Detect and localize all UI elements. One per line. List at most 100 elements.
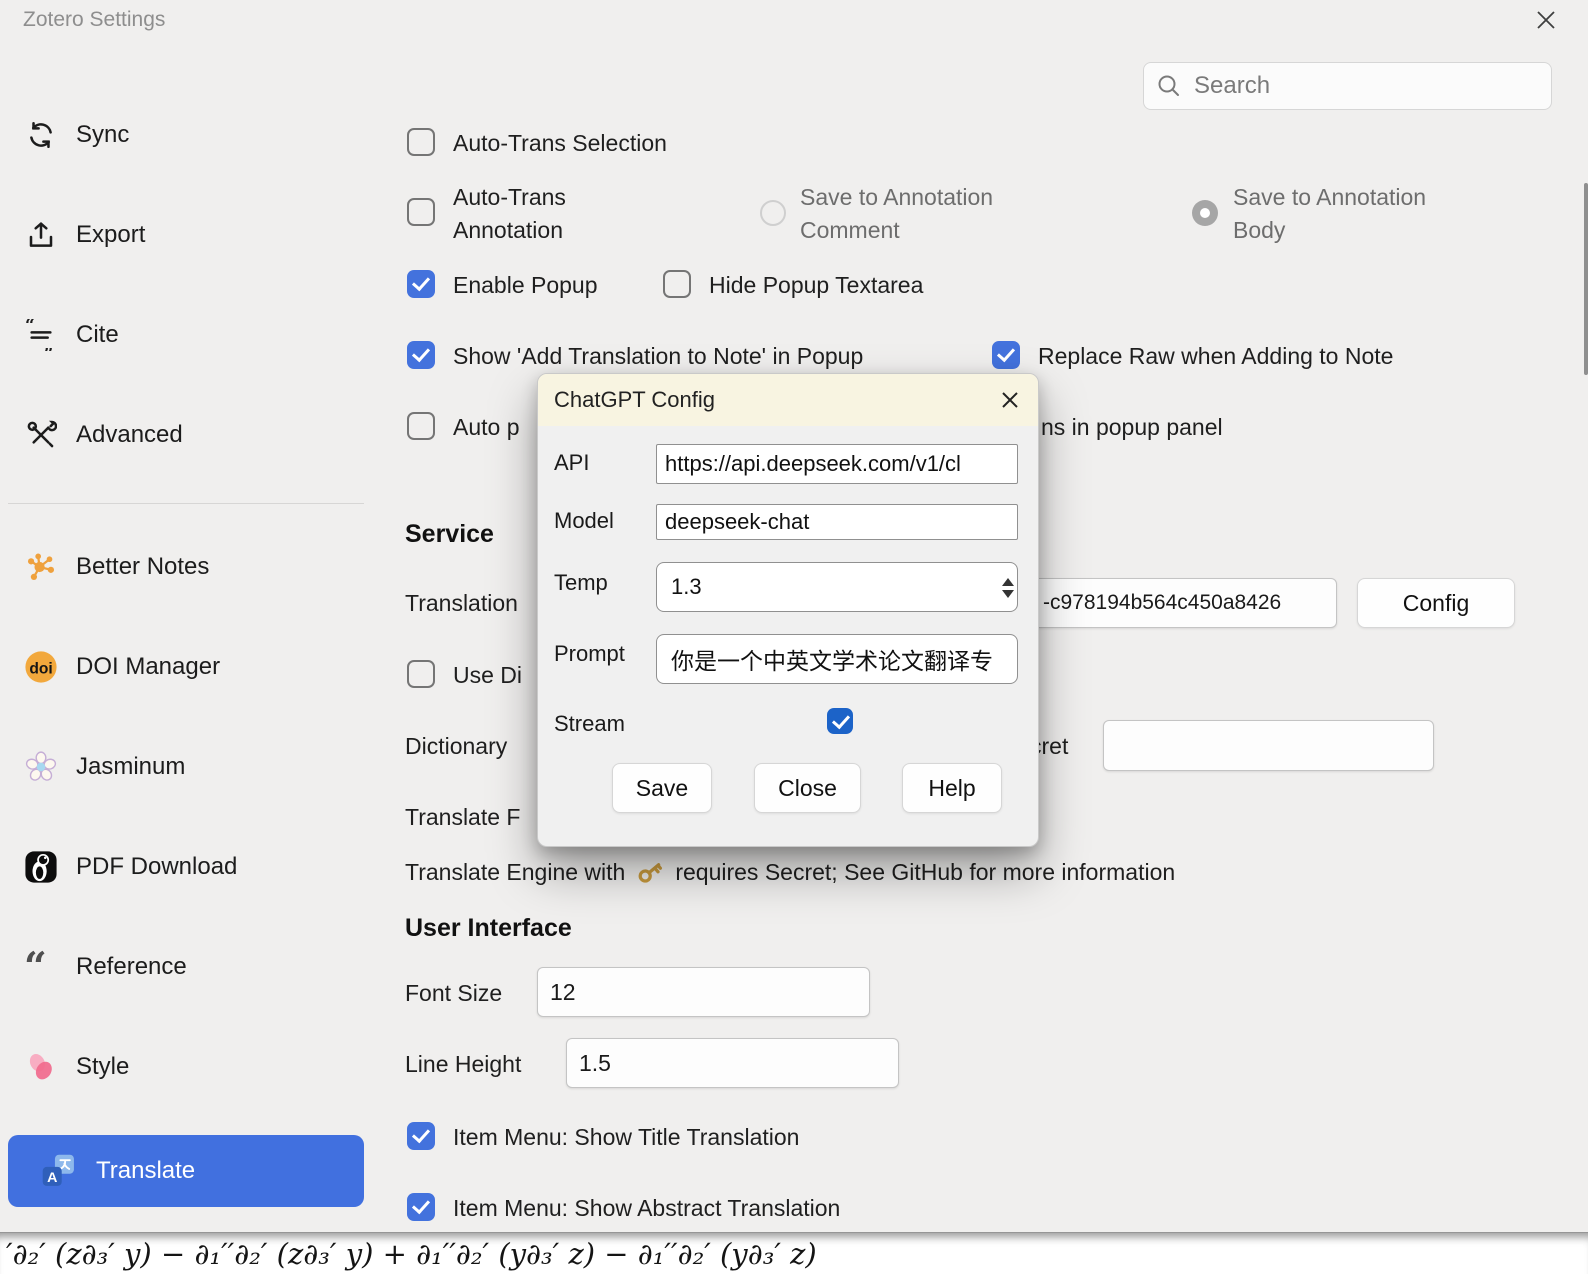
zotero-settings-window: Zotero Settings Sync Export “„ Cite Adva…	[0, 0, 1588, 1274]
prompt-input[interactable]	[656, 634, 1018, 684]
svg-text:doi: doi	[29, 660, 52, 677]
auto-trans-selection-label: Auto-Trans Selection	[453, 129, 667, 157]
advanced-tools-icon	[24, 418, 58, 452]
line-height-input[interactable]	[566, 1038, 899, 1088]
line-height-label: Line Height	[405, 1050, 521, 1078]
better-notes-icon	[24, 550, 58, 584]
sidebar-item-label: Better Notes	[76, 553, 209, 581]
font-size-input[interactable]	[537, 967, 870, 1017]
show-add-translation-checkbox[interactable]	[407, 341, 435, 369]
stepper-up-icon[interactable]	[1002, 578, 1014, 586]
stepper-down-icon[interactable]	[1002, 590, 1014, 598]
translate-icon: A	[40, 1152, 78, 1190]
save-to-annotation-comment-radio[interactable]	[760, 200, 786, 226]
hide-popup-textarea-label: Hide Popup Textarea	[709, 271, 923, 299]
sidebar-item-style[interactable]: Style	[24, 1043, 364, 1091]
temp-input[interactable]	[656, 562, 1018, 612]
dialog-title: ChatGPT Config	[554, 387, 715, 413]
sidebar-item-doi-manager[interactable]: doi DOI Manager	[24, 643, 364, 691]
enable-popup-checkbox[interactable]	[407, 270, 435, 298]
doi-icon: doi	[24, 650, 58, 684]
auto-popup-label-truncated: Auto p	[453, 413, 520, 441]
sidebar-item-label: Reference	[76, 953, 187, 981]
use-dict-checkbox[interactable]	[407, 660, 435, 688]
translation-secret-input[interactable]	[1030, 578, 1337, 628]
pdf-download-penguin-icon	[24, 850, 58, 884]
svg-text:“: “	[24, 949, 47, 985]
service-heading: Service	[405, 520, 494, 549]
api-label: API	[554, 450, 589, 476]
replace-raw-checkbox[interactable]	[992, 341, 1020, 369]
search-box[interactable]	[1143, 62, 1552, 110]
auto-trans-selection-checkbox[interactable]	[407, 128, 435, 156]
key-icon	[635, 857, 665, 887]
sync-icon	[24, 118, 58, 152]
sidebar-item-label: DOI Manager	[76, 653, 220, 681]
save-button[interactable]: Save	[612, 763, 712, 813]
sidebar-item-label: Cite	[76, 321, 119, 349]
auto-trans-annotation-label: Auto-Trans Annotation	[453, 181, 566, 247]
translation-label: Translation	[405, 589, 518, 617]
sidebar-item-cite[interactable]: “„ Cite	[24, 311, 364, 359]
sidebar-item-jasminum[interactable]: Jasminum	[24, 743, 364, 791]
background-document-strip: ′∂₂′ (z∂₃′ y) − ∂₁′′∂₂′ (z∂₃′ y) + ∂₁′′∂…	[0, 1232, 1588, 1274]
sidebar-item-pdf-download[interactable]: PDF Download	[24, 843, 364, 891]
sidebar-separator	[8, 503, 364, 504]
hide-popup-textarea-checkbox[interactable]	[663, 270, 691, 298]
api-input[interactable]	[656, 444, 1018, 484]
item-menu-title-checkbox[interactable]	[407, 1122, 435, 1150]
dialog-close-icon[interactable]	[996, 386, 1024, 414]
save-to-annotation-body-radio[interactable]	[1192, 200, 1218, 226]
sidebar-item-label: Jasminum	[76, 753, 185, 781]
temp-label: Temp	[554, 570, 608, 596]
sidebar-item-label: Sync	[76, 121, 129, 149]
auto-trans-annotation-checkbox[interactable]	[407, 198, 435, 226]
dialog-titlebar[interactable]: ChatGPT Config	[538, 374, 1038, 426]
math-formula: ′∂₂′ (z∂₃′ y) − ∂₁′′∂₂′ (z∂₃′ y) + ∂₁′′∂…	[0, 1237, 817, 1271]
sidebar-item-label: Export	[76, 221, 145, 249]
model-label: Model	[554, 508, 614, 534]
sidebar-item-reference[interactable]: “ Reference	[24, 943, 364, 991]
engine-secret-note: Translate Engine with requires Secret; S…	[405, 857, 1175, 887]
sidebar-item-better-notes[interactable]: Better Notes	[24, 543, 364, 591]
sidebar-item-label: Advanced	[76, 421, 183, 449]
model-input[interactable]	[656, 504, 1018, 540]
sidebar-item-translate[interactable]: A Translate	[8, 1135, 364, 1207]
prompt-label: Prompt	[554, 641, 625, 667]
stream-checkbox[interactable]	[827, 708, 853, 734]
item-menu-abstract-checkbox[interactable]	[407, 1193, 435, 1221]
sidebar-item-label: PDF Download	[76, 853, 237, 881]
search-input[interactable]	[1192, 71, 1539, 101]
window-close-icon[interactable]	[1532, 6, 1560, 34]
close-button[interactable]: Close	[754, 763, 861, 813]
svg-text:„: „	[44, 336, 54, 351]
sidebar-item-label: Translate	[96, 1157, 195, 1185]
cite-icon: “„	[24, 318, 58, 352]
auto-popup-checkbox[interactable]	[407, 412, 435, 440]
save-to-annotation-body-label: Save to Annotation Body	[1233, 181, 1426, 247]
scrollbar-thumb[interactable]	[1584, 183, 1588, 375]
popup-panel-label-truncated: ns in popup panel	[1041, 413, 1223, 441]
item-menu-title-label: Item Menu: Show Title Translation	[453, 1123, 799, 1151]
sidebar-item-export[interactable]: Export	[24, 211, 364, 259]
style-petals-icon	[24, 1050, 58, 1084]
font-size-label: Font Size	[405, 979, 502, 1007]
dictionary-label: Dictionary	[405, 732, 507, 760]
reference-quote-icon: “	[24, 950, 58, 984]
sidebar-item-sync[interactable]: Sync	[24, 111, 364, 159]
chatgpt-config-dialog: ChatGPT Config API Model Temp Prompt Str…	[537, 373, 1039, 847]
jasminum-flower-icon	[24, 750, 58, 784]
replace-raw-label: Replace Raw when Adding to Note	[1038, 342, 1393, 370]
export-icon	[24, 218, 58, 252]
item-menu-abstract-label: Item Menu: Show Abstract Translation	[453, 1194, 840, 1222]
user-interface-heading: User Interface	[405, 914, 572, 943]
sidebar-item-advanced[interactable]: Advanced	[24, 411, 364, 459]
help-button[interactable]: Help	[902, 763, 1002, 813]
save-to-annotation-comment-label: Save to Annotation Comment	[800, 181, 993, 247]
search-icon	[1156, 73, 1182, 99]
config-button[interactable]: Config	[1357, 578, 1515, 628]
sidebar-item-label: Style	[76, 1053, 129, 1081]
enable-popup-label: Enable Popup	[453, 271, 598, 299]
dictionary-secret-input[interactable]	[1103, 720, 1434, 771]
svg-text:A: A	[47, 1170, 57, 1186]
